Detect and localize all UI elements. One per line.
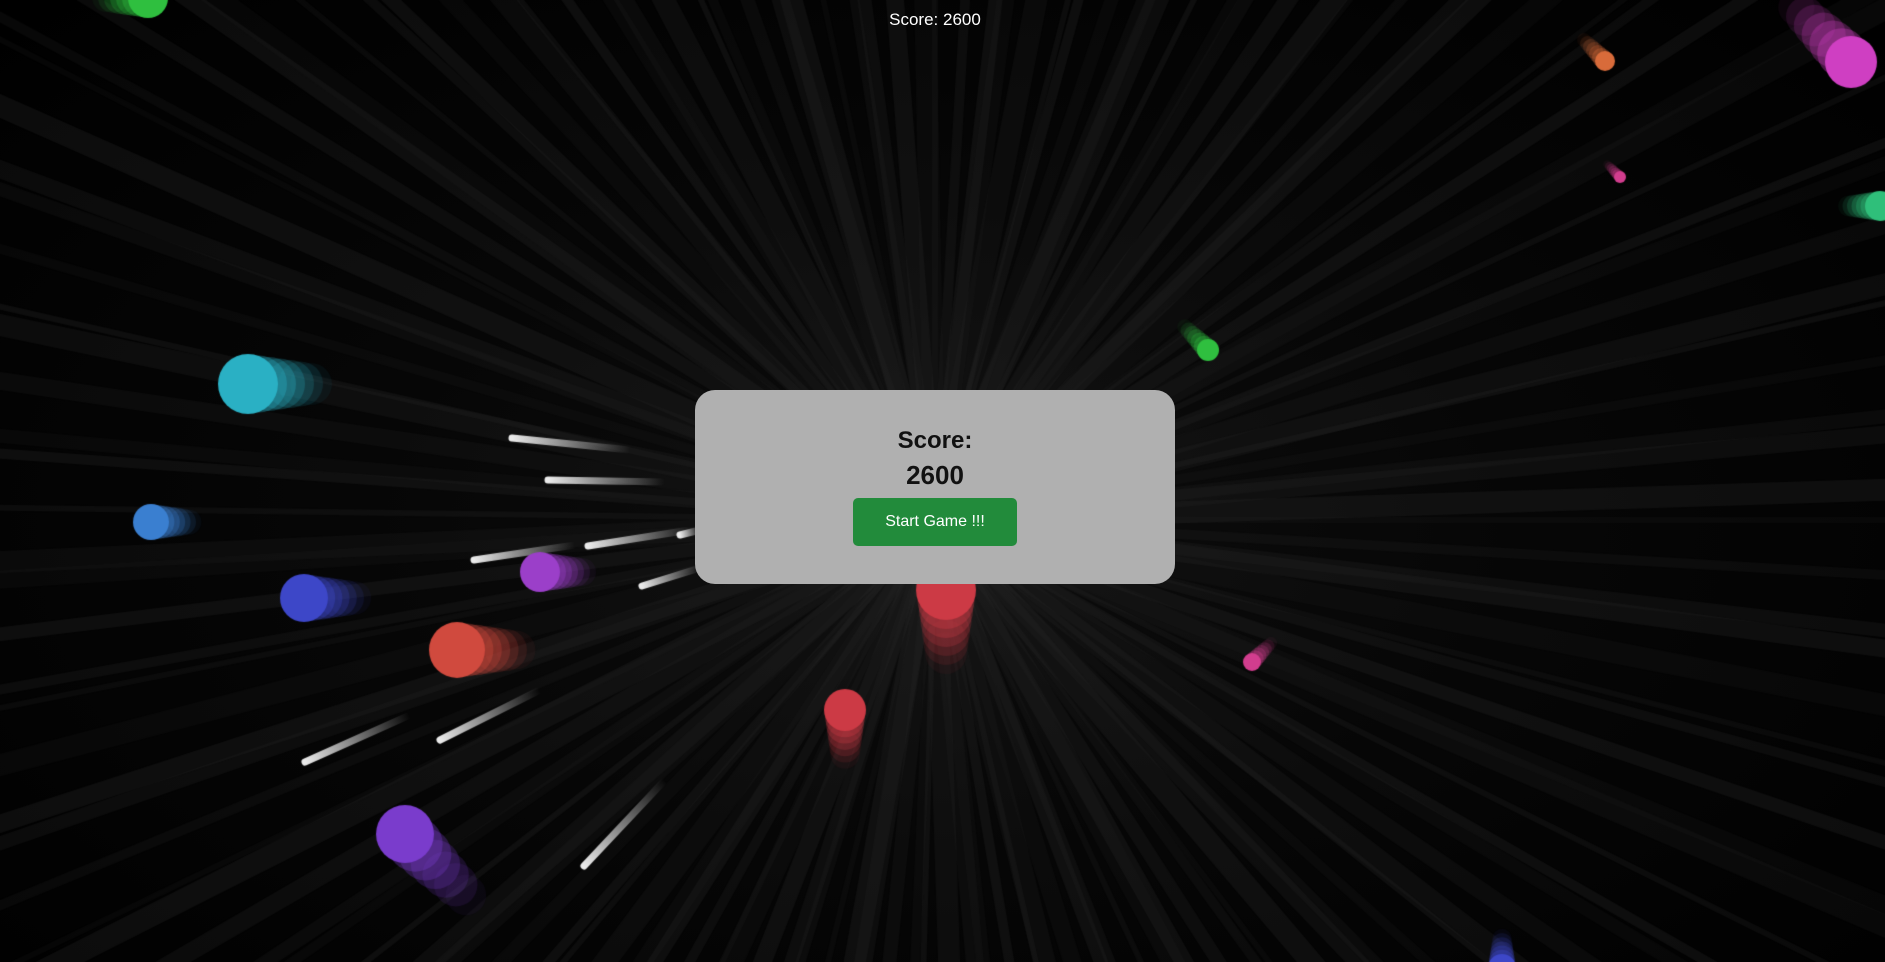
game-over-modal: Score: 2600 Start Game !!! [695, 390, 1175, 584]
hud-score-value: 2600 [943, 10, 981, 29]
start-game-button[interactable]: Start Game !!! [853, 498, 1017, 546]
hud-score-label: Score: [889, 10, 939, 29]
modal-score-value: 2600 [906, 460, 964, 490]
hud-score: Score: 2600 [0, 10, 1870, 30]
modal-score-label: Score: [897, 427, 973, 454]
game-canvas[interactable]: Score: 2600 Score: 2600 Start Game !!! [0, 0, 1885, 962]
